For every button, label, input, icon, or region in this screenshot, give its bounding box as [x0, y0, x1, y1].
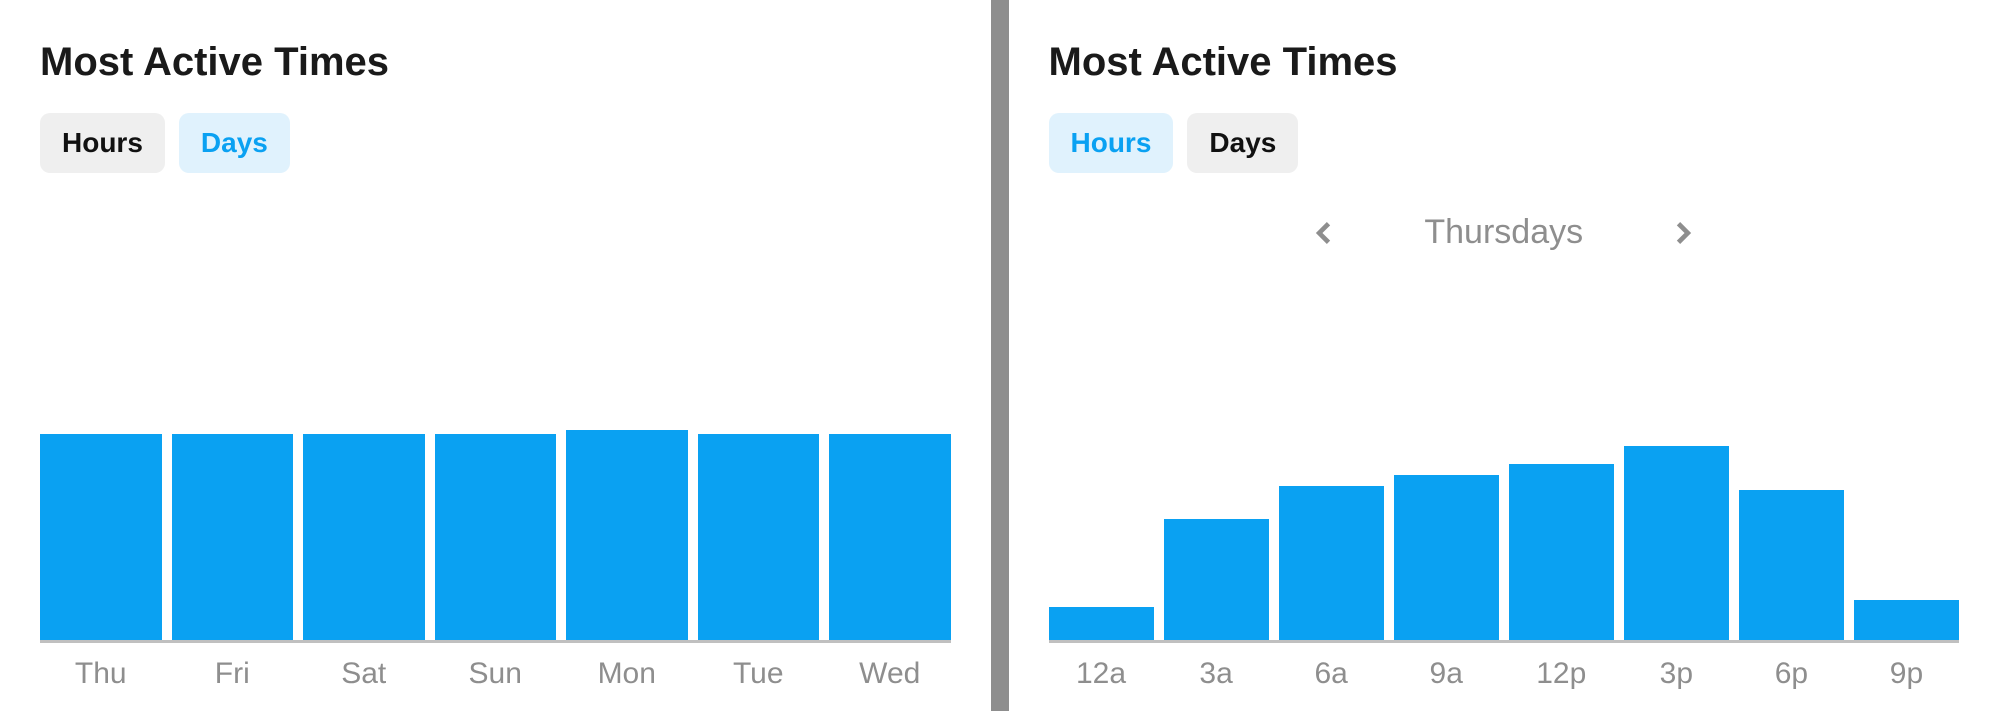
- bar-wrap: [303, 434, 425, 640]
- tab-hours[interactable]: Hours: [40, 113, 165, 173]
- x-tick-label: Fri: [172, 657, 294, 691]
- spacer: [40, 203, 951, 273]
- bar-wrap: [1164, 519, 1269, 640]
- bar-wrap: [1049, 607, 1154, 640]
- bar-wrap: [1509, 464, 1614, 640]
- bar[interactable]: [1624, 446, 1729, 640]
- bar-wrap: [829, 434, 951, 640]
- bar[interactable]: [1854, 600, 1959, 640]
- bar[interactable]: [435, 434, 557, 640]
- chart-days: Thu Fri Sat Sun Mon Tue Wed: [40, 273, 951, 691]
- bar[interactable]: [1164, 519, 1269, 640]
- panel-divider: [991, 0, 1009, 711]
- bar-wrap: [1739, 490, 1844, 640]
- x-tick-label: Thu: [40, 657, 162, 691]
- bar[interactable]: [1739, 490, 1844, 640]
- bar-wrap: [698, 434, 820, 640]
- x-tick-label: 6p: [1739, 657, 1844, 691]
- bar-wrap: [566, 430, 688, 640]
- bar[interactable]: [829, 434, 951, 640]
- x-tick-label: 12a: [1049, 657, 1154, 691]
- tabs: Hours Days: [1049, 113, 1960, 173]
- chart-hours: 12a 3a 6a 9a 12p 3p 6p 9p: [1049, 270, 1960, 691]
- x-axis-labels: Thu Fri Sat Sun Mon Tue Wed: [40, 657, 951, 691]
- bar[interactable]: [1394, 475, 1499, 640]
- bar[interactable]: [303, 434, 425, 640]
- tab-hours[interactable]: Hours: [1049, 113, 1174, 173]
- bar-wrap: [40, 434, 162, 640]
- x-tick-label: 6a: [1279, 657, 1384, 691]
- tabs: Hours Days: [40, 113, 951, 173]
- x-tick-label: Wed: [829, 657, 951, 691]
- bar-wrap: [435, 434, 557, 640]
- x-tick-label: 9p: [1854, 657, 1959, 691]
- chevron-right-icon[interactable]: [1663, 214, 1701, 252]
- panel-hours: Most Active Times Hours Days Thursdays 1…: [1009, 0, 1999, 711]
- bar[interactable]: [1279, 486, 1384, 640]
- bar-wrap: [1624, 446, 1729, 640]
- chevron-left-icon[interactable]: [1306, 214, 1344, 252]
- bar[interactable]: [172, 434, 294, 640]
- x-tick-label: 3a: [1164, 657, 1269, 691]
- page-title: Most Active Times: [1049, 40, 1960, 85]
- x-tick-label: 3p: [1624, 657, 1729, 691]
- page-title: Most Active Times: [40, 40, 951, 85]
- tab-days[interactable]: Days: [179, 113, 290, 173]
- x-tick-label: Sun: [435, 657, 557, 691]
- tab-days[interactable]: Days: [1187, 113, 1298, 173]
- day-selector-label: Thursdays: [1424, 213, 1583, 252]
- x-tick-label: 9a: [1394, 657, 1499, 691]
- bar[interactable]: [698, 434, 820, 640]
- bar-wrap: [1279, 486, 1384, 640]
- bar[interactable]: [566, 430, 688, 640]
- bar-wrap: [172, 434, 294, 640]
- x-tick-label: 12p: [1509, 657, 1614, 691]
- x-tick-label: Mon: [566, 657, 688, 691]
- bars: [40, 430, 951, 643]
- x-tick-label: Tue: [698, 657, 820, 691]
- x-tick-label: Sat: [303, 657, 425, 691]
- day-selector: Thursdays: [1049, 213, 1960, 252]
- bar-wrap: [1394, 475, 1499, 640]
- bars: [1049, 446, 1960, 643]
- bar[interactable]: [1509, 464, 1614, 640]
- bar[interactable]: [1049, 607, 1154, 640]
- bar[interactable]: [40, 434, 162, 640]
- bar-wrap: [1854, 600, 1959, 640]
- panel-days: Most Active Times Hours Days Thu Fri Sat Su…: [0, 0, 991, 711]
- x-axis-labels: 12a 3a 6a 9a 12p 3p 6p 9p: [1049, 657, 1960, 691]
